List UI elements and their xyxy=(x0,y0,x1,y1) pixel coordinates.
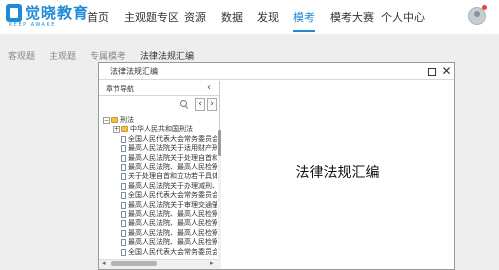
dialog-title: 法律法规汇编 xyxy=(110,67,158,76)
tree-document-node[interactable]: 关于处理自首和立功若干具体问 xyxy=(99,172,219,181)
tree-document-node[interactable]: 最高人民法院、最高人民检察院 xyxy=(99,238,219,247)
tree-document-node[interactable]: 最高人民法院、最高人民检察院 xyxy=(99,219,219,228)
tree-node-label: 最高人民法院、最高人民检察院 xyxy=(128,238,217,247)
tree-node-label: 最高人民法院关于办理减刑、假 xyxy=(128,181,217,190)
search-icon[interactable] xyxy=(180,100,189,109)
tree-document-node[interactable]: 全国人民代表大会常务委员会关 xyxy=(99,191,219,200)
document-icon xyxy=(121,192,126,200)
tree-node-label: 最高人民法院、最高人民检察院 xyxy=(128,210,217,218)
tree-document-node[interactable]: 最高人民法院关于适用财产刑若 xyxy=(99,144,219,153)
expand-node-icon[interactable]: + xyxy=(113,126,120,134)
tree-node-label: 中华人民共和国刑法 xyxy=(130,125,193,134)
document-icon xyxy=(121,135,126,143)
scroll-left-arrow-icon[interactable]: ◂ xyxy=(102,259,106,267)
tree-document-node[interactable]: 最高人民法院关于审理交通肇事 xyxy=(99,201,219,210)
tree-node-label: 最高人民法院关于适用财产刑若 xyxy=(128,144,217,153)
document-icon xyxy=(121,145,126,153)
document-icon xyxy=(121,201,126,209)
nav-item-subjective-zone[interactable]: 主观题专区 xyxy=(124,9,179,25)
folder-icon xyxy=(121,126,128,133)
tree-node-label: 最高人民法院关于处理自首和立 xyxy=(128,153,217,162)
breadcrumb-law-compilation: 法律法规汇编 xyxy=(140,52,195,62)
tree-node-label: 关于处理自首和立功若干具体问 xyxy=(128,172,217,181)
brand-slogan: KEEP AWAKE xyxy=(9,22,56,28)
close-icon[interactable]: ✕ xyxy=(440,65,453,78)
tree-document-node[interactable]: 最高人民法院、最高人民检察院 xyxy=(99,229,219,238)
nav-item-personal-center[interactable]: 个人中心 xyxy=(381,9,425,25)
nav-item-discover[interactable]: 发现 xyxy=(257,9,279,25)
maximize-icon[interactable] xyxy=(425,65,438,78)
tree-folder-node[interactable]: − 刑法 xyxy=(99,116,219,125)
tree-document-node[interactable]: 最高人民法院关于处理自首和立 xyxy=(99,154,219,163)
tree-horizontal-scroll-thumb[interactable] xyxy=(111,261,157,266)
logo-badge-icon xyxy=(6,4,22,22)
previous-result-button[interactable]: ‹ xyxy=(195,98,205,111)
collapse-node-icon[interactable]: − xyxy=(103,117,110,124)
tree-node-label: 刑法 xyxy=(120,116,134,124)
folder-icon xyxy=(111,117,118,123)
breadcrumb-objective[interactable]: 客观题 xyxy=(8,49,35,62)
scroll-right-arrow-icon[interactable]: ▸ xyxy=(210,259,214,267)
law-compilation-dialog: 法律法规汇编 ✕ 章节导航 ‹ ‹ › − 刑法 + 中华人民共和国刑法 全国人民代表大… xyxy=(98,62,455,270)
document-title: 法律法规汇编 xyxy=(295,165,380,181)
top-navigation-bar: 觉晓教育 KEEP AWAKE 首页 主观题专区 资源 数据 发现 模考 模考大… xyxy=(0,0,499,34)
breadcrumb-subjective[interactable]: 主观题 xyxy=(49,49,76,62)
notification-badge xyxy=(482,5,487,10)
document-icon xyxy=(121,173,126,181)
chapter-search-row: ‹ › xyxy=(99,97,219,113)
chapter-navigation-panel: 章节导航 ‹ ‹ › − 刑法 + 中华人民共和国刑法 全国人民代表大会常务委员会关 最高… xyxy=(99,81,222,269)
document-icon xyxy=(121,154,126,162)
document-icon xyxy=(121,248,126,256)
document-content-pane: 法律法规汇编 xyxy=(221,81,454,269)
tree-node-label: 最高人民法院关于审理交通肇事 xyxy=(128,200,217,209)
document-icon xyxy=(121,220,126,228)
active-nav-indicator xyxy=(293,30,315,32)
brand-logo[interactable]: 觉晓教育 KEEP AWAKE xyxy=(6,3,88,31)
document-icon xyxy=(121,164,126,171)
tree-node-label: 最高人民法院、最高人民检察院 xyxy=(128,219,217,228)
chapter-nav-header: 章节导航 ‹ xyxy=(99,81,219,96)
document-icon xyxy=(121,211,126,218)
tree-document-node[interactable]: 全国人民代表大会常务委员会关 xyxy=(99,248,219,257)
tree-node-label: 最高人民法院、最高人民检察院 xyxy=(128,228,217,237)
tree-document-node[interactable]: 最高人民法院关于办理减刑、假 xyxy=(99,182,219,191)
tree-node-label: 最高人民法院、最高人民检察院 xyxy=(128,163,217,171)
nav-item-mock-contest[interactable]: 模考大赛 xyxy=(330,9,374,25)
tree-document-node[interactable]: 最高人民法院、最高人民检察院 xyxy=(99,210,219,219)
tree-document-node[interactable]: 全国人民代表大会常务委员会关 xyxy=(99,135,219,144)
dialog-titlebar: 法律法规汇编 ✕ xyxy=(99,63,454,80)
nav-item-mock-exam[interactable]: 模考 xyxy=(293,9,315,25)
nav-item-home[interactable]: 首页 xyxy=(87,9,109,25)
nav-item-resources[interactable]: 资源 xyxy=(184,9,206,25)
tree-folder-node[interactable]: + 中华人民共和国刑法 xyxy=(99,125,219,134)
brand-name: 觉晓教育 xyxy=(25,4,90,22)
collapse-panel-icon[interactable]: ‹ xyxy=(207,82,211,94)
document-icon xyxy=(121,182,126,190)
chapter-nav-title: 章节导航 xyxy=(106,85,134,93)
breadcrumb-exclusive-mock[interactable]: 专属模考 xyxy=(90,49,126,62)
tree-node-label: 全国人民代表大会常务委员会关 xyxy=(128,134,217,143)
tree-document-node[interactable]: 最高人民法院、最高人民检察院 xyxy=(99,163,219,172)
chapter-tree: − 刑法 + 中华人民共和国刑法 全国人民代表大会常务委员会关 最高人民法院关于适用财产刑… xyxy=(99,114,219,269)
nav-item-data[interactable]: 数据 xyxy=(221,9,243,25)
tree-node-label: 全国人民代表大会常务委员会关 xyxy=(128,247,217,256)
tree-node-label: 全国人民代表大会常务委员会关 xyxy=(128,191,217,200)
next-result-button[interactable]: › xyxy=(207,98,217,111)
document-icon xyxy=(121,229,126,237)
document-icon xyxy=(121,239,126,247)
